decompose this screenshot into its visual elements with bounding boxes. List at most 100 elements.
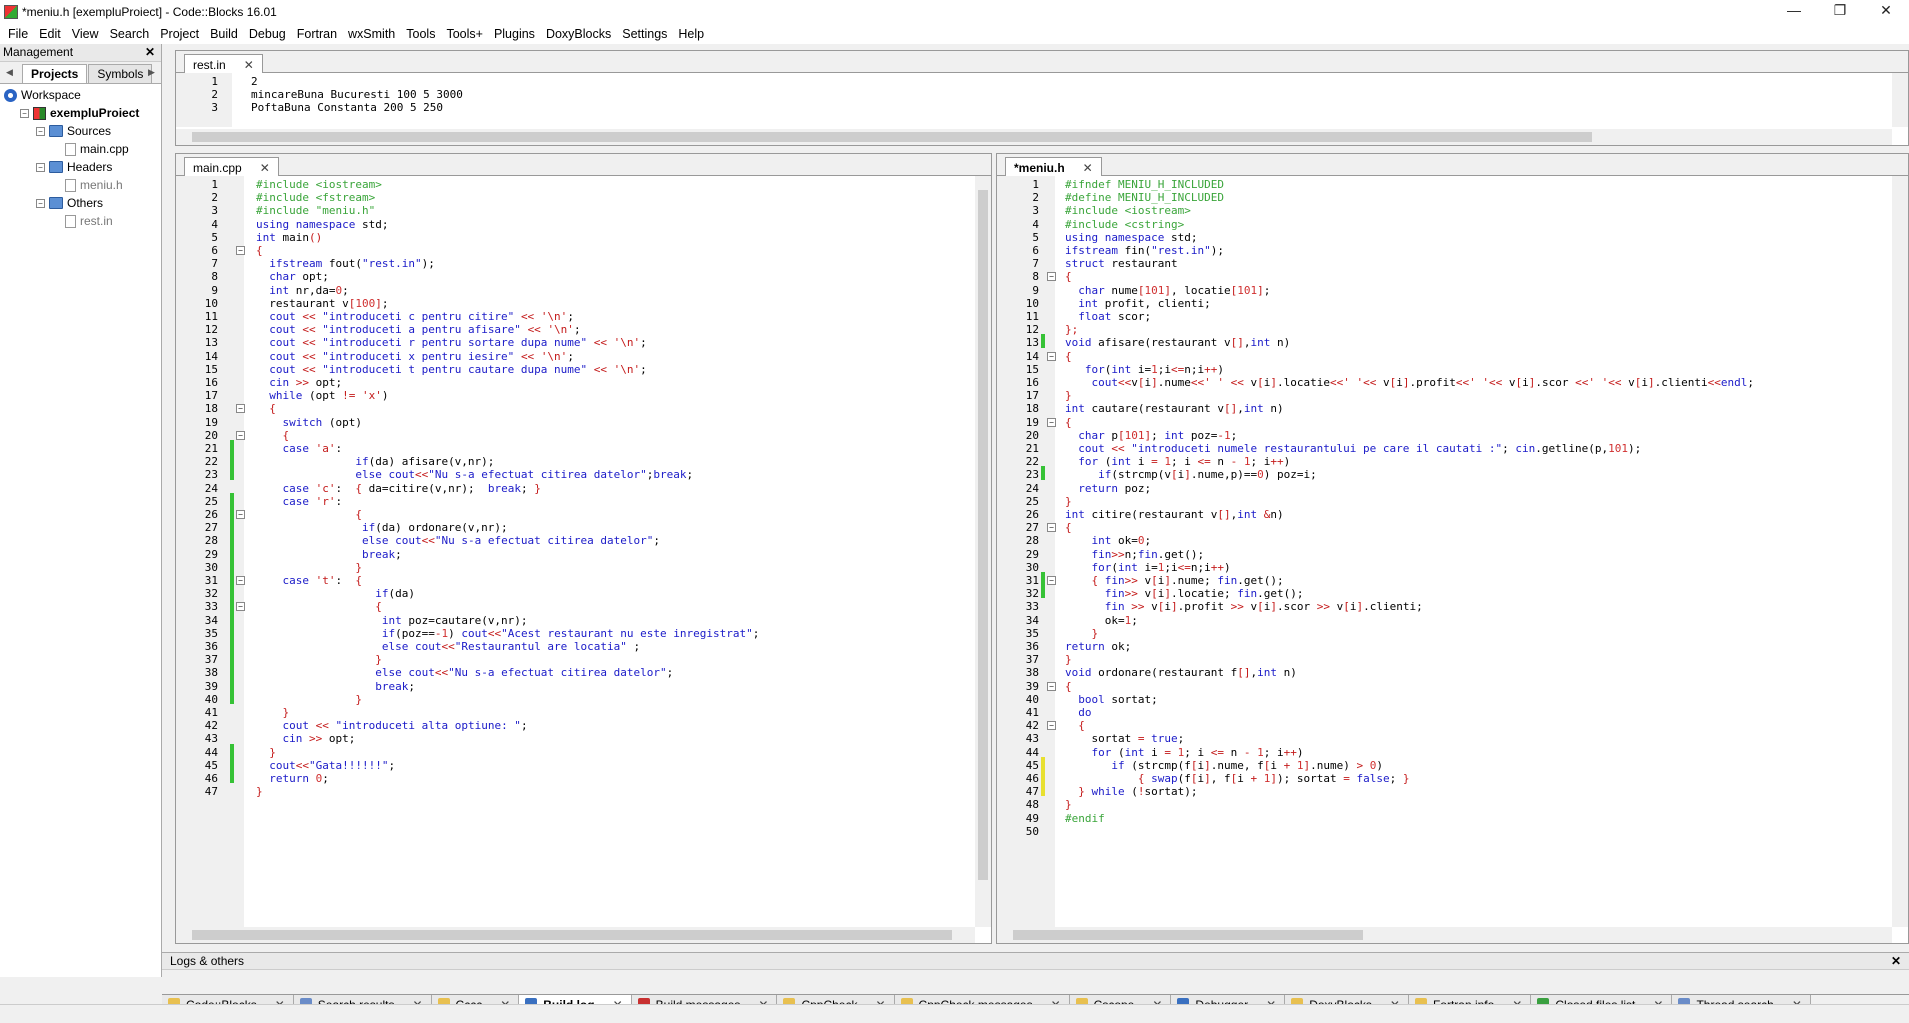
code-line[interactable]: { (1065, 680, 1072, 693)
menu-fortran[interactable]: Fortran (293, 27, 344, 41)
code-line[interactable]: cout << "introduceti numele restaurantul… (1065, 442, 1641, 455)
vertical-scrollbar[interactable] (975, 176, 991, 927)
code-line[interactable]: char opt; (256, 270, 329, 283)
vertical-scrollbar[interactable] (1892, 73, 1908, 127)
close-tab-icon[interactable]: ✕ (1083, 161, 1093, 176)
tree-item[interactable]: meniu.h (0, 176, 161, 194)
horizontal-scrollbar[interactable] (176, 927, 975, 943)
code-line[interactable]: void ordonare(restaurant f[],int n) (1065, 666, 1297, 679)
code-line[interactable]: void afisare(restaurant v[],int n) (1065, 336, 1290, 349)
close-button[interactable]: ✕ (1863, 0, 1909, 24)
collapse-toggle-icon[interactable]: − (20, 108, 29, 118)
code-line[interactable]: { (256, 600, 382, 613)
menu-tools-[interactable]: Tools+ (442, 27, 489, 41)
code-line[interactable]: cout << "introduceti r pentru sortare du… (256, 336, 647, 349)
fold-toggle-icon[interactable]: − (236, 404, 245, 414)
code-line[interactable]: #include "meniu.h" (256, 204, 375, 217)
tree-item[interactable]: main.cpp (0, 140, 161, 158)
code-line[interactable]: PoftaBuna Constanta 200 5 250 (251, 101, 443, 114)
close-tab-icon[interactable]: ✕ (244, 58, 254, 73)
fold-toggle-icon[interactable]: − (1047, 272, 1056, 282)
code-line[interactable]: else cout<<"Nu s-a efectuat citirea date… (256, 534, 660, 547)
code-line[interactable]: if(strcmp(v[i].nume,p)==0) poz=i; (1065, 468, 1317, 481)
code-line[interactable]: } while (!sortat); (1065, 785, 1197, 798)
code-line[interactable]: char nume[101], locatie[101]; (1065, 284, 1270, 297)
code-line[interactable]: ifstream fin("rest.in"); (1065, 244, 1224, 257)
fold-toggle-icon[interactable]: − (236, 246, 245, 255)
fold-toggle-icon[interactable]: − (236, 576, 245, 585)
horizontal-scrollbar[interactable] (176, 129, 1892, 145)
code-line[interactable]: fin >> v[i].profit >> v[i].scor >> v[i].… (1065, 600, 1423, 613)
menu-settings[interactable]: Settings (618, 27, 674, 41)
code-line[interactable]: case 'r': (256, 495, 343, 508)
fold-toggle-icon[interactable]: − (236, 510, 245, 519)
code-line[interactable]: { swap(f[i], f[i + 1]); sortat = false; … (1065, 772, 1410, 785)
fold-toggle-icon[interactable]: − (1047, 523, 1056, 533)
code-line[interactable]: case 't': { (256, 574, 363, 587)
maximize-button[interactable]: ❐ (1817, 0, 1863, 24)
code-line[interactable]: ok=1; (1065, 614, 1138, 627)
menu-doxyblocks[interactable]: DoxyBlocks (542, 27, 618, 41)
code-line[interactable]: { (256, 508, 362, 521)
code-line[interactable]: sortat = true; (1065, 732, 1184, 745)
code-line[interactable]: switch (opt) (256, 416, 362, 429)
code-line[interactable]: int poz=cautare(v,nr); (256, 614, 528, 627)
code-line[interactable]: { (256, 244, 263, 257)
code-line[interactable]: #include <fstream> (256, 191, 375, 204)
code-line[interactable]: } (256, 693, 362, 706)
collapse-toggle-icon[interactable]: − (36, 162, 45, 172)
menu-file[interactable]: File (4, 27, 35, 41)
menu-plugins[interactable]: Plugins (490, 27, 542, 41)
code-line[interactable]: } (256, 746, 276, 759)
code-line[interactable]: using namespace std; (1065, 231, 1197, 244)
code-line[interactable]: do (1065, 706, 1091, 719)
tree-item[interactable]: − exempluProiect (0, 104, 161, 122)
code-line[interactable]: break; (256, 680, 415, 693)
code-line[interactable]: { (1065, 719, 1085, 732)
code-line[interactable]: int cautare(restaurant v[],int n) (1065, 402, 1284, 415)
code-line[interactable]: else cout<<"Nu s-a efectuat citirea date… (256, 468, 693, 481)
code-line[interactable]: case 'c': { da=citire(v,nr); break; } (256, 482, 541, 495)
code-line[interactable]: cin >> opt; (256, 376, 342, 389)
code-line[interactable]: { (256, 402, 276, 415)
code-line[interactable]: cout << "introduceti c pentru citire" <<… (256, 310, 574, 323)
code-line[interactable]: int profit, clienti; (1065, 297, 1210, 310)
code-line[interactable]: cout<<v[i].nume<<' ' << v[i].locatie<<' … (1065, 376, 1754, 389)
code-line[interactable]: { (1065, 416, 1072, 429)
code-line[interactable]: cout<<"Gata!!!!!!"; (256, 759, 395, 772)
code-line[interactable]: } (256, 706, 290, 719)
menu-search[interactable]: Search (106, 27, 157, 41)
code-line[interactable]: #ifndef MENIU_H_INCLUDED (1065, 178, 1224, 191)
collapse-toggle-icon[interactable]: − (36, 198, 45, 208)
menu-wxsmith[interactable]: wxSmith (344, 27, 402, 41)
code-line[interactable]: cout << "introduceti x pentru iesire" <<… (256, 350, 574, 363)
tab-meniu-h[interactable]: *meniu.h ✕ (1005, 157, 1102, 176)
code-line[interactable]: case 'a': (256, 442, 343, 455)
code-line[interactable]: } (1065, 627, 1099, 640)
menu-project[interactable]: Project (156, 27, 206, 41)
code-line[interactable]: 2 (251, 75, 258, 88)
fold-toggle-icon[interactable]: − (1047, 576, 1056, 585)
tree-item[interactable]: − Headers (0, 158, 161, 176)
code-line[interactable]: { (1065, 521, 1072, 534)
code-line[interactable]: return ok; (1065, 640, 1131, 653)
code-line[interactable]: { fin>> v[i].nume; fin.get(); (1065, 574, 1284, 587)
code-line[interactable]: } (1065, 653, 1072, 666)
code-line[interactable]: #include <cstring> (1065, 218, 1184, 231)
tree-item[interactable]: − Others (0, 194, 161, 212)
minimize-button[interactable]: — (1771, 0, 1817, 24)
code-line[interactable]: fin>>n;fin.get(); (1065, 548, 1205, 561)
code-line[interactable]: bool sortat; (1065, 693, 1157, 706)
code-line[interactable]: else cout<<"Nu s-a efectuat citirea date… (256, 666, 673, 679)
code-line[interactable]: #define MENIU_H_INCLUDED (1065, 191, 1224, 204)
scroll-right-icon[interactable]: ▶ (148, 67, 155, 78)
code-line[interactable]: cout << "introduceti a pentru afisare" <… (256, 323, 580, 336)
code-line[interactable]: return poz; (1065, 482, 1151, 495)
code-line[interactable]: return 0; (256, 772, 329, 785)
close-tab-icon[interactable]: ✕ (260, 161, 270, 176)
code-line[interactable]: #endif (1065, 812, 1105, 825)
code-line[interactable]: } (256, 653, 382, 666)
menu-build[interactable]: Build (206, 27, 245, 41)
code-line[interactable]: struct restaurant (1065, 257, 1178, 270)
code-line[interactable]: while (opt != 'x') (256, 389, 388, 402)
